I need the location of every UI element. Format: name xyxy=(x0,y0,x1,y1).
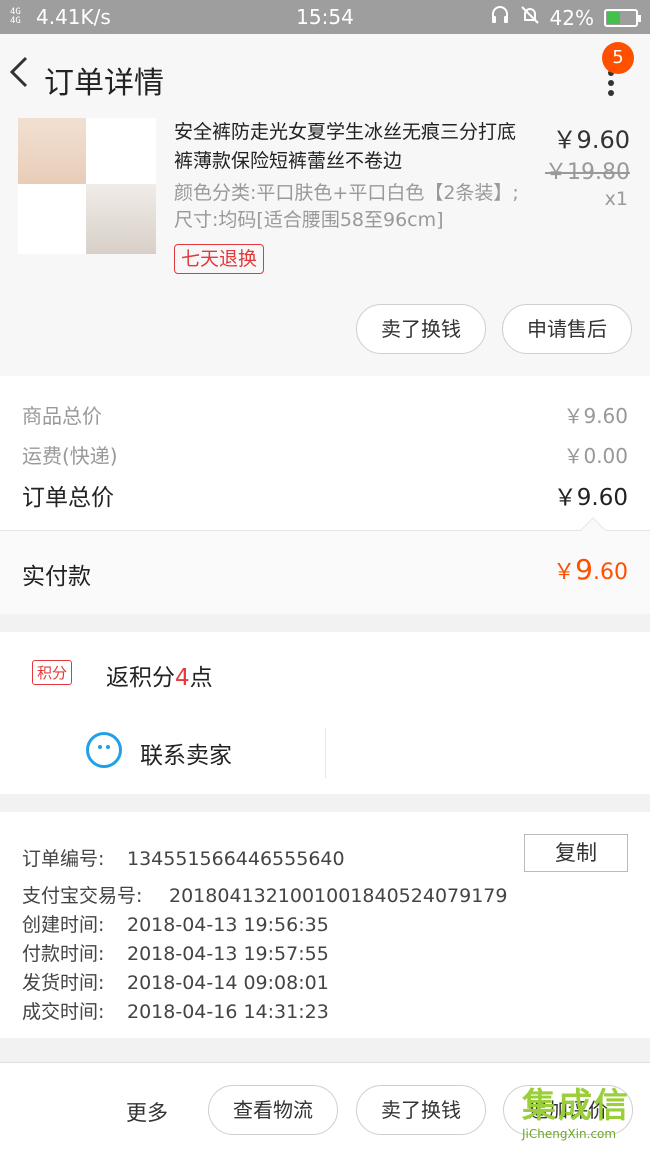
points-text: 返积分4点 xyxy=(106,665,213,691)
mute-bell-icon xyxy=(520,5,540,30)
after-sale-button[interactable]: 申请售后 xyxy=(502,304,632,354)
headset-icon xyxy=(490,5,510,30)
view-logistics-button[interactable]: 查看物流 xyxy=(208,1085,338,1135)
product-quantity: x1 xyxy=(604,188,628,210)
contact-seller-button[interactable]: 联系卖家 xyxy=(0,726,326,776)
order-total-label: 订单总价 xyxy=(22,485,114,511)
original-price: ￥19.80 xyxy=(545,160,630,185)
points-tag: 积分 xyxy=(32,660,73,685)
shipped-time-row: 发货时间: 2018-04-14 09:08:01 xyxy=(22,972,329,994)
contact-seller-label: 联系卖家 xyxy=(140,743,232,769)
message-badge: 5 xyxy=(602,42,634,74)
return-policy-tag: 七天退换 xyxy=(174,244,265,274)
battery-percent: 42% xyxy=(549,5,594,30)
paid-value: ￥9.60 xyxy=(553,553,628,586)
points-section: 积分 返积分4点 联系卖家 xyxy=(0,632,650,794)
bottom-sell-for-cash-button[interactable]: 卖了换钱 xyxy=(356,1085,486,1135)
order-total-row: 订单总价 ￥9.60 xyxy=(22,478,628,512)
back-arrow-icon[interactable] xyxy=(6,56,34,88)
goods-total-label: 商品总价 xyxy=(22,404,102,428)
more-options-icon[interactable] xyxy=(608,70,616,96)
goods-total-value: ￥9.60 xyxy=(563,404,628,428)
shipping-label: 运费(快递) xyxy=(22,444,118,468)
product-price: ￥9.60 xyxy=(552,126,630,154)
chat-face-icon xyxy=(86,732,122,768)
completed-time-row: 成交时间: 2018-04-16 14:31:23 xyxy=(22,1001,329,1023)
product-image-1 xyxy=(18,118,86,184)
more-button[interactable]: 更多 xyxy=(126,1097,168,1127)
product-thumbnail[interactable] xyxy=(18,118,156,254)
created-time-row: 创建时间: 2018-04-13 19:56:35 xyxy=(22,914,329,936)
shipping-value: ￥0.00 xyxy=(563,444,628,468)
order-info-section: 复制 订单编号: 134551566446555640 支付宝交易号: 201804… xyxy=(0,812,650,1038)
battery-icon xyxy=(604,8,641,27)
product-sku: 颜色分类:平口肤色+平口白色【2条装】;尺寸:均码[适合腰围58至96cm] xyxy=(174,182,519,231)
price-summary: 商品总价 ￥9.60 运费(快递) ￥0.00 订单总价 ￥9.60 xyxy=(0,376,650,530)
page-title: 订单详情 xyxy=(44,66,164,101)
product-card[interactable]: 安全裤防走光女夏学生冰丝无痕三分打底裤薄款保险短裤蕾丝不卷边 颜色分类:平口肤色… xyxy=(0,110,650,376)
copy-button[interactable]: 复制 xyxy=(524,834,628,872)
paid-time-row: 付款时间: 2018-04-13 19:57:55 xyxy=(22,943,329,965)
order-total-value: ￥9.60 xyxy=(553,485,628,511)
divider xyxy=(325,728,326,778)
shipping-row: 运费(快递) ￥0.00 xyxy=(22,440,628,469)
goods-total-row: 商品总价 ￥9.60 xyxy=(22,400,628,429)
paid-label: 实付款 xyxy=(22,564,91,590)
product-name[interactable]: 安全裤防走光女夏学生冰丝无痕三分打底裤薄款保险短裤蕾丝不卷边 xyxy=(174,118,524,176)
paid-amount-row: 实付款 ￥9.60 xyxy=(0,517,650,614)
battery-fill xyxy=(607,11,620,24)
app-header: 订单详情 5 xyxy=(0,34,650,110)
order-number-row: 订单编号: 134551566446555640 xyxy=(22,848,345,870)
product-image-2 xyxy=(86,184,156,254)
watermark-logo: 集成信 JiChengXin.com xyxy=(522,1086,630,1141)
alipay-number-row: 支付宝交易号: 2018041321001001840524079179 xyxy=(22,885,508,907)
sell-for-cash-button[interactable]: 卖了换钱 xyxy=(356,304,486,354)
status-bar: 4G 4G 4.41K/s 15:54 42% xyxy=(0,0,650,34)
